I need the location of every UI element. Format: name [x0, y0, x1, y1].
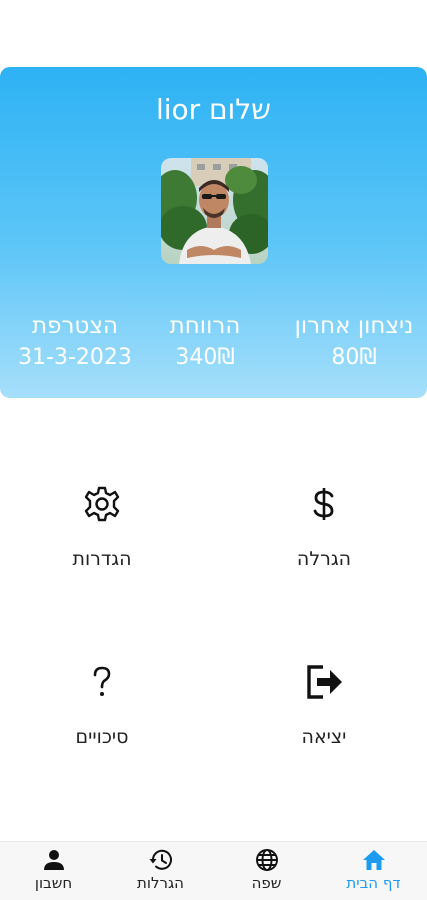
nav-item-home[interactable]: דף הבית	[320, 842, 427, 900]
home-icon	[362, 850, 385, 870]
nav-item-language[interactable]: שפה	[213, 842, 320, 900]
logout-icon	[307, 665, 342, 699]
settings-button[interactable]: הגדרות	[2, 484, 202, 570]
question-icon	[93, 666, 111, 696]
app-root: שלום lior ניצחון אחרון 80₪ הרווחת 340₪ ה…	[0, 0, 427, 900]
profile-header-card: שלום lior ניצחון אחרון 80₪ הרווחת 340₪ ה…	[0, 67, 427, 398]
chances-button[interactable]: סיכויים	[2, 662, 202, 748]
stat-last-win-label: ניצחון אחרון	[294, 313, 414, 339]
stat-joined-value: 31-3-2023	[18, 345, 132, 370]
bottom-navigation: דף הבית שפה הגרלות חשבון	[0, 841, 427, 900]
stat-profit: הרווחת 340₪	[150, 311, 260, 375]
stat-last-win: ניצחון אחרון 80₪	[281, 311, 427, 375]
avatar-photo	[161, 158, 268, 264]
nav-language-label: שפה	[251, 874, 282, 892]
dollar-icon	[313, 488, 334, 520]
nav-raffles-label: הגרלות	[137, 874, 184, 892]
nav-home-label: דף הבית	[346, 874, 401, 892]
stat-last-win-value: 80₪	[331, 345, 377, 370]
greeting-title: שלום lior	[155, 93, 272, 126]
stat-profit-label: הרווחת	[169, 313, 241, 339]
raffle-label: הגרלה	[296, 548, 352, 570]
gear-icon	[84, 486, 120, 522]
person-icon	[43, 850, 64, 870]
nav-item-account[interactable]: חשבון	[0, 842, 107, 900]
logout-button[interactable]: יציאה	[224, 662, 424, 748]
logout-label: יציאה	[301, 726, 347, 748]
avatar	[161, 158, 268, 264]
stat-joined-label: הצטרפת	[31, 313, 119, 339]
stat-profit-value: 340₪	[175, 345, 235, 370]
history-icon	[149, 849, 172, 870]
raffle-button[interactable]: הגרלה	[224, 484, 424, 570]
settings-label: הגדרות	[72, 548, 132, 570]
nav-account-label: חשבון	[34, 874, 73, 892]
chances-label: סיכויים	[75, 726, 129, 748]
globe-icon	[255, 849, 278, 871]
stat-joined: הצטרפת 31-3-2023	[10, 311, 140, 375]
nav-item-raffles[interactable]: הגרלות	[107, 842, 214, 900]
